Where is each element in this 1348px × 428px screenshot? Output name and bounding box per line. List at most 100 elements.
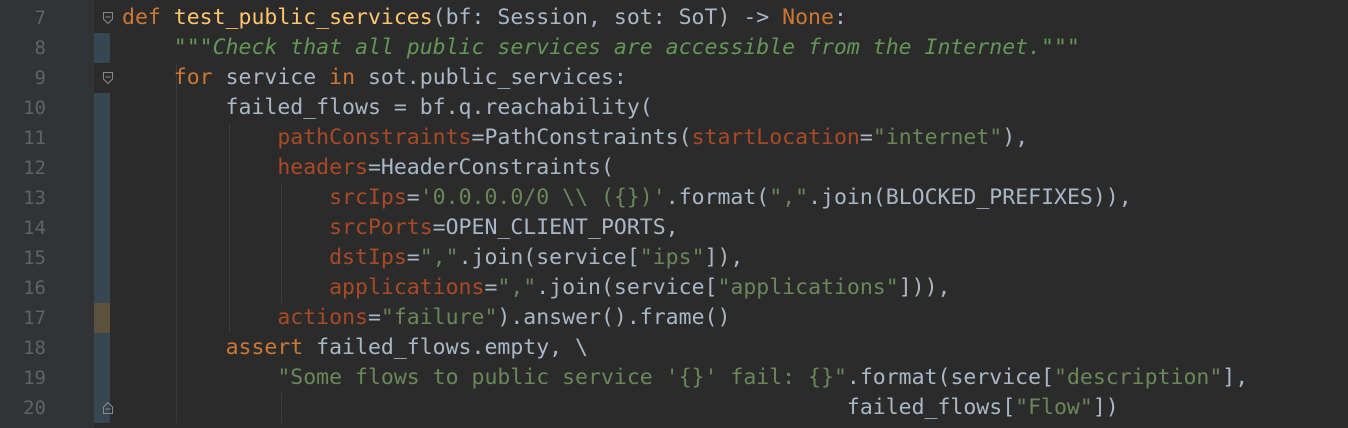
line-number: 9 — [34, 67, 46, 89]
code-token: None — [782, 5, 834, 30]
vcs-changed-marker[interactable] — [94, 303, 110, 333]
line-number: 13 — [23, 187, 46, 209]
code-line[interactable]: failed_flows = bf.q.reachability( — [122, 93, 653, 123]
code-token: for — [173, 65, 226, 90]
code-token: ]) — [1092, 395, 1119, 420]
line-number: 20 — [23, 397, 46, 419]
code-line[interactable]: """Check that all public services are ac… — [122, 33, 1080, 63]
code-token: = — [859, 125, 873, 150]
code-token: pathConstraints — [277, 125, 472, 150]
code-line[interactable]: headers=HeaderConstraints( — [122, 153, 614, 183]
code-line[interactable]: applications=",".join(service["applicati… — [122, 273, 950, 303]
code-line[interactable]: "Some flows to public service '{}' fail:… — [122, 363, 1248, 393]
code-token: startLocation — [691, 125, 860, 150]
code-token: failed_flows[ — [122, 395, 1016, 420]
code-token: '0.0.0.0/0 \\ ({})' — [419, 185, 666, 210]
code-token: actions — [277, 305, 368, 330]
code-line[interactable]: srcPorts=OPEN_CLIENT_PORTS, — [122, 213, 679, 243]
code-line[interactable]: srcIps='0.0.0.0/0 \\ ({})'.format(",".jo… — [122, 183, 1132, 213]
line-number: 14 — [23, 217, 46, 239]
code-token: headers — [277, 155, 368, 180]
code-token: "Some flows to public service '{}' fail:… — [277, 365, 847, 390]
code-token: applications — [329, 275, 485, 300]
code-token: service — [225, 65, 330, 90]
code-token: ], — [1222, 365, 1249, 390]
code-token: .join(service[ — [536, 275, 718, 300]
code-token: def — [122, 5, 174, 30]
line-number: 17 — [23, 307, 46, 329]
code-token: "," — [497, 275, 537, 300]
code-token: dstIps — [329, 245, 407, 270]
code-token: "ips" — [639, 245, 705, 270]
code-token: "Flow" — [1015, 395, 1093, 420]
code-token: .format( — [665, 185, 770, 210]
fold-close-icon[interactable] — [103, 402, 113, 414]
code-token: =HeaderConstraints( — [367, 155, 614, 180]
code-token: ]), — [704, 245, 744, 270]
code-token: "," — [419, 245, 459, 270]
code-token: = — [406, 245, 420, 270]
line-number-gutter[interactable]: 7 8 9 10 11 12 13 14 15 16 17 18 19 20 — [0, 0, 94, 428]
code-token: failed_flows.empty, \ — [316, 335, 588, 360]
line-number: 7 — [34, 7, 46, 29]
code-token: srcPorts — [329, 215, 433, 240]
code-token: ])), — [898, 275, 951, 300]
line-number: 8 — [34, 37, 46, 59]
fold-open-icon[interactable] — [103, 12, 113, 24]
code-token: in — [329, 65, 368, 90]
code-token: : — [833, 5, 847, 30]
code-token: "failure" — [380, 305, 498, 330]
line-number: 19 — [23, 367, 46, 389]
code-token: assert — [225, 335, 317, 360]
code-line[interactable]: actions="failure").answer().frame() — [122, 303, 730, 333]
code-area[interactable]: def test_public_services(bf: Session, so… — [122, 0, 1348, 428]
code-token: =OPEN_CLIENT_PORTS, — [432, 215, 679, 240]
code-token: "applications" — [717, 275, 899, 300]
line-number: 12 — [23, 157, 46, 179]
code-token: = — [406, 185, 420, 210]
code-token: = — [484, 275, 498, 300]
code-token: """Check that all public services are ac… — [173, 35, 1080, 60]
line-number: 15 — [23, 247, 46, 269]
code-editor[interactable]: 7 8 9 10 11 12 13 14 15 16 17 18 19 20 def test_publi… — [0, 0, 1348, 428]
code-line[interactable]: def test_public_services(bf: Session, so… — [122, 3, 847, 33]
code-line[interactable]: pathConstraints=PathConstraints(startLoc… — [122, 123, 1028, 153]
code-token: (bf: Session, sot: SoT) -> — [432, 5, 783, 30]
vcs-modified-marker[interactable] — [94, 93, 110, 303]
code-token: failed_flows = bf.q.reachability( — [122, 95, 653, 120]
fold-open-icon[interactable] — [103, 72, 113, 84]
code-token: test_public_services — [173, 5, 433, 30]
code-token: "description" — [1054, 365, 1223, 390]
line-number: 11 — [23, 127, 46, 149]
code-token: "internet" — [872, 125, 1003, 150]
code-line[interactable]: failed_flows["Flow"]) — [122, 393, 1119, 423]
code-token: ), — [1002, 125, 1029, 150]
code-line[interactable]: assert failed_flows.empty, \ — [122, 333, 588, 363]
code-token: .join(service[ — [458, 245, 640, 270]
code-token: ).answer().frame() — [497, 305, 731, 330]
code-token: =PathConstraints( — [471, 125, 692, 150]
vcs-modified-marker[interactable] — [94, 33, 110, 63]
code-line[interactable]: for service in sot.public_services: — [122, 63, 627, 93]
vcs-change-markers — [94, 0, 110, 428]
code-line[interactable]: dstIps=",".join(service["ips"]), — [122, 243, 743, 273]
code-token: srcIps — [329, 185, 407, 210]
code-token: "," — [769, 185, 809, 210]
code-token: sot.public_services: — [367, 65, 627, 90]
code-token: .join(BLOCKED_PREFIXES)), — [808, 185, 1132, 210]
code-token: .format(service[ — [846, 365, 1054, 390]
code-token: = — [367, 305, 381, 330]
line-number: 10 — [23, 97, 46, 119]
line-number: 16 — [23, 277, 46, 299]
